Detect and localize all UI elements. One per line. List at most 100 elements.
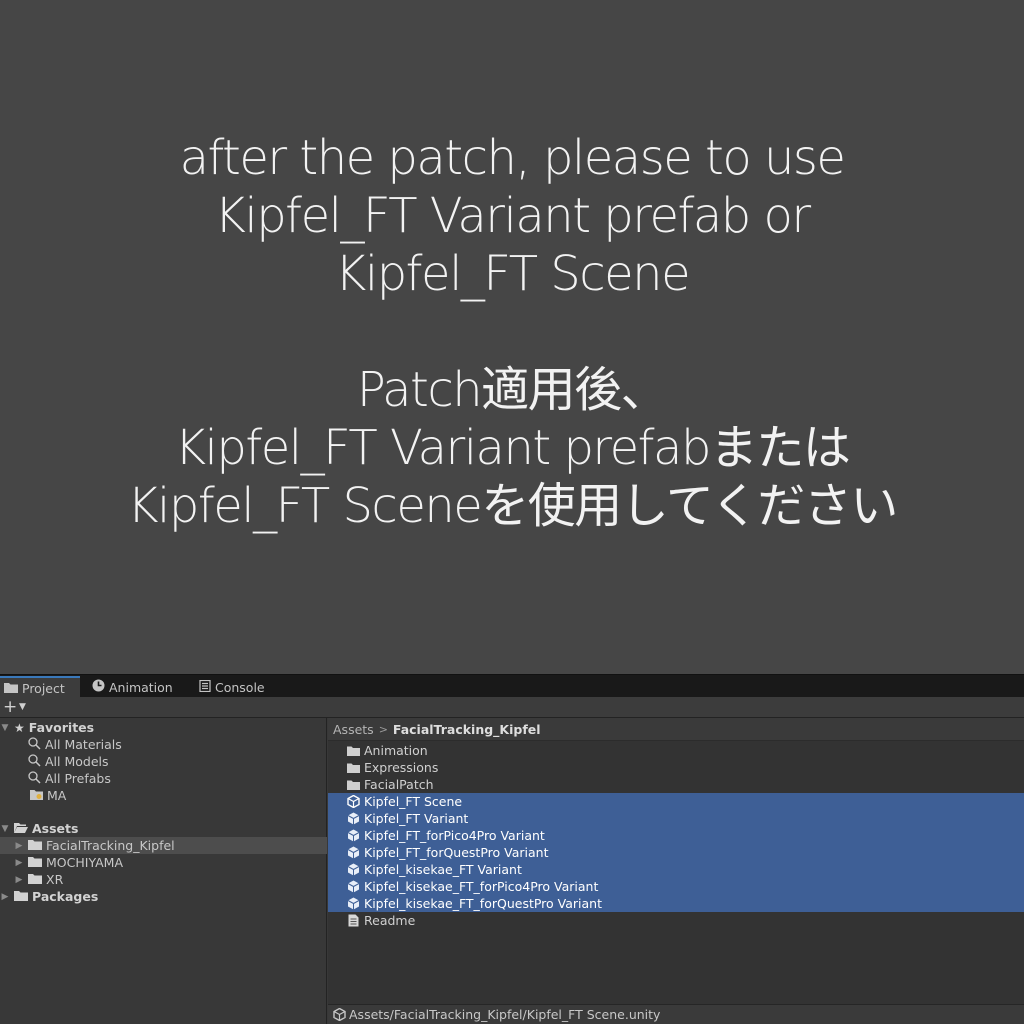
prefab-variant-icon [346, 880, 360, 893]
search-icon [28, 736, 41, 753]
project-window: Project Animation Console + ▼ ▼ ★ Favori… [0, 674, 1024, 1024]
english-notice-line: after the patch, please to use [179, 130, 846, 186]
document-icon [346, 914, 360, 927]
tree-label: FacialTracking_Kipfel [46, 838, 175, 853]
list-item[interactable]: FacialPatch [328, 776, 1024, 793]
japanese-notice-line: Patch適用後、 [356, 362, 669, 418]
plus-icon[interactable]: + [3, 697, 17, 717]
star-icon: ★ [14, 720, 25, 735]
japanese-notice: Patch適用後、 Kipfel_FT Variant prefabまたは Ki… [0, 361, 1024, 535]
list-item-label: Kipfel_FT Scene [364, 794, 463, 809]
list-item-label: Expressions [364, 760, 439, 775]
tab-project[interactable]: Project [0, 676, 80, 698]
list-item[interactable]: Kipfel_kisekae_FT_forPico4Pro Variant [328, 878, 1024, 895]
english-notice-line: Kipfel_FT Variant prefab or [214, 188, 811, 244]
console-icon [199, 679, 211, 695]
folder-icon [346, 763, 360, 773]
prefab-variant-icon [346, 812, 360, 825]
tree-item-all-prefabs[interactable]: All Prefabs [0, 770, 327, 787]
tree-item-assets[interactable]: ▼ Assets [0, 820, 327, 837]
prefab-variant-icon [346, 846, 360, 859]
unity-scene-icon [346, 795, 360, 808]
breadcrumb: Assets > FacialTracking_Kipfel [328, 718, 1024, 741]
list-item-label: Kipfel_FT_forPico4Pro Variant [364, 828, 545, 843]
list-item[interactable]: Readme [328, 912, 1024, 929]
tree-label: MOCHIYAMA [46, 855, 123, 870]
search-icon [28, 753, 41, 770]
tree-item-favorites[interactable]: ▼ ★ Favorites [0, 719, 327, 736]
prefab-variant-icon [346, 897, 360, 910]
expand-arrow-icon[interactable]: ▼ [0, 723, 10, 733]
folder-icon [28, 838, 42, 853]
tree-item-all-models[interactable]: All Models [0, 753, 327, 770]
expand-arrow-icon[interactable]: ▼ [0, 824, 10, 834]
tree-label: All Materials [45, 737, 122, 752]
list-item-label: Readme [364, 913, 416, 928]
clock-icon [92, 679, 105, 695]
caret-down-icon[interactable]: ▼ [19, 702, 26, 712]
unity-scene-icon [333, 1008, 346, 1021]
tree-label: Assets [32, 821, 79, 836]
breadcrumb-current[interactable]: FacialTracking_Kipfel [393, 722, 541, 737]
folder-icon [346, 780, 360, 790]
folder-star-icon [30, 788, 43, 803]
japanese-notice-line: Kipfel_FT Sceneを使用してください [127, 478, 898, 534]
folder-icon [28, 872, 42, 887]
tree-label: Packages [32, 889, 99, 904]
folder-icon [346, 746, 360, 756]
tree-item-ma[interactable]: MA [0, 787, 327, 804]
list-item-label: Kipfel_kisekae_FT_forQuestPro Variant [364, 896, 603, 911]
list-item[interactable]: Animation [328, 742, 1024, 759]
english-notice: after the patch, please to use Kipfel_FT… [0, 129, 1024, 303]
folder-icon [28, 855, 42, 870]
tab-label: Project [22, 680, 65, 696]
tree-item-facialtracking-kipfel[interactable]: ▶ FacialTracking_Kipfel [0, 837, 327, 854]
open-folder-icon [14, 821, 28, 836]
tree-label: Favorites [28, 720, 95, 735]
list-item[interactable]: Kipfel_FT Scene [328, 793, 1024, 810]
english-notice-line: Kipfel_FT Scene [334, 246, 691, 302]
tree-item-packages[interactable]: ▶ Packages [0, 888, 327, 905]
tree-label: All Models [45, 754, 109, 769]
asset-list-pane: Assets > FacialTracking_Kipfel Animation… [328, 718, 1024, 1024]
list-item-label: Kipfel_FT Variant [364, 811, 469, 826]
list-item[interactable]: Kipfel_FT_forQuestPro Variant [328, 844, 1024, 861]
tree-item-xr[interactable]: ▶ XR [0, 871, 327, 888]
status-bar: Assets/FacialTracking_Kipfel/Kipfel_FT S… [328, 1004, 1024, 1024]
list-item[interactable]: Kipfel_FT Variant [328, 810, 1024, 827]
tab-animation[interactable]: Animation [88, 676, 188, 698]
expand-arrow-icon[interactable]: ▶ [14, 841, 24, 851]
list-item-label: Kipfel_kisekae_FT_forPico4Pro Variant [364, 879, 599, 894]
list-item-label: Kipfel_kisekae_FT Variant [364, 862, 522, 877]
expand-arrow-icon[interactable]: ▶ [14, 875, 24, 885]
tree-item-mochiyama[interactable]: ▶ MOCHIYAMA [0, 854, 327, 871]
list-item[interactable]: Kipfel_FT_forPico4Pro Variant [328, 827, 1024, 844]
expand-arrow-icon[interactable]: ▶ [14, 858, 24, 868]
tab-bar: Project Animation Console [0, 674, 1024, 698]
list-item-label: FacialPatch [364, 777, 434, 792]
search-icon [28, 770, 41, 787]
selected-asset-path: Assets/FacialTracking_Kipfel/Kipfel_FT S… [349, 1007, 661, 1022]
tree-label: All Prefabs [45, 771, 111, 786]
tree-label: MA [47, 788, 67, 803]
folder-icon [14, 889, 28, 904]
announcement-area: after the patch, please to use Kipfel_FT… [0, 0, 1024, 674]
project-toolbar: + ▼ [0, 697, 1024, 718]
list-item-label: Kipfel_FT_forQuestPro Variant [364, 845, 549, 860]
list-item[interactable]: Expressions [328, 759, 1024, 776]
prefab-variant-icon [346, 863, 360, 876]
list-item[interactable]: Kipfel_kisekae_FT_forQuestPro Variant [328, 895, 1024, 912]
tree-item-all-materials[interactable]: All Materials [0, 736, 327, 753]
tab-label: Animation [109, 679, 173, 695]
expand-arrow-icon[interactable]: ▶ [0, 892, 10, 902]
tab-label: Console [215, 679, 265, 695]
folder-icon [4, 681, 18, 696]
folder-tree: ▼ ★ Favorites All Materials All Models A… [0, 718, 327, 1024]
japanese-notice-line: Kipfel_FT Variant prefabまたは [174, 420, 851, 476]
tree-label: XR [46, 872, 64, 887]
list-item-label: Animation [364, 743, 428, 758]
breadcrumb-assets[interactable]: Assets [333, 722, 374, 737]
list-item[interactable]: Kipfel_kisekae_FT Variant [328, 861, 1024, 878]
tab-console[interactable]: Console [195, 676, 285, 698]
chevron-right-icon: > [378, 722, 388, 736]
